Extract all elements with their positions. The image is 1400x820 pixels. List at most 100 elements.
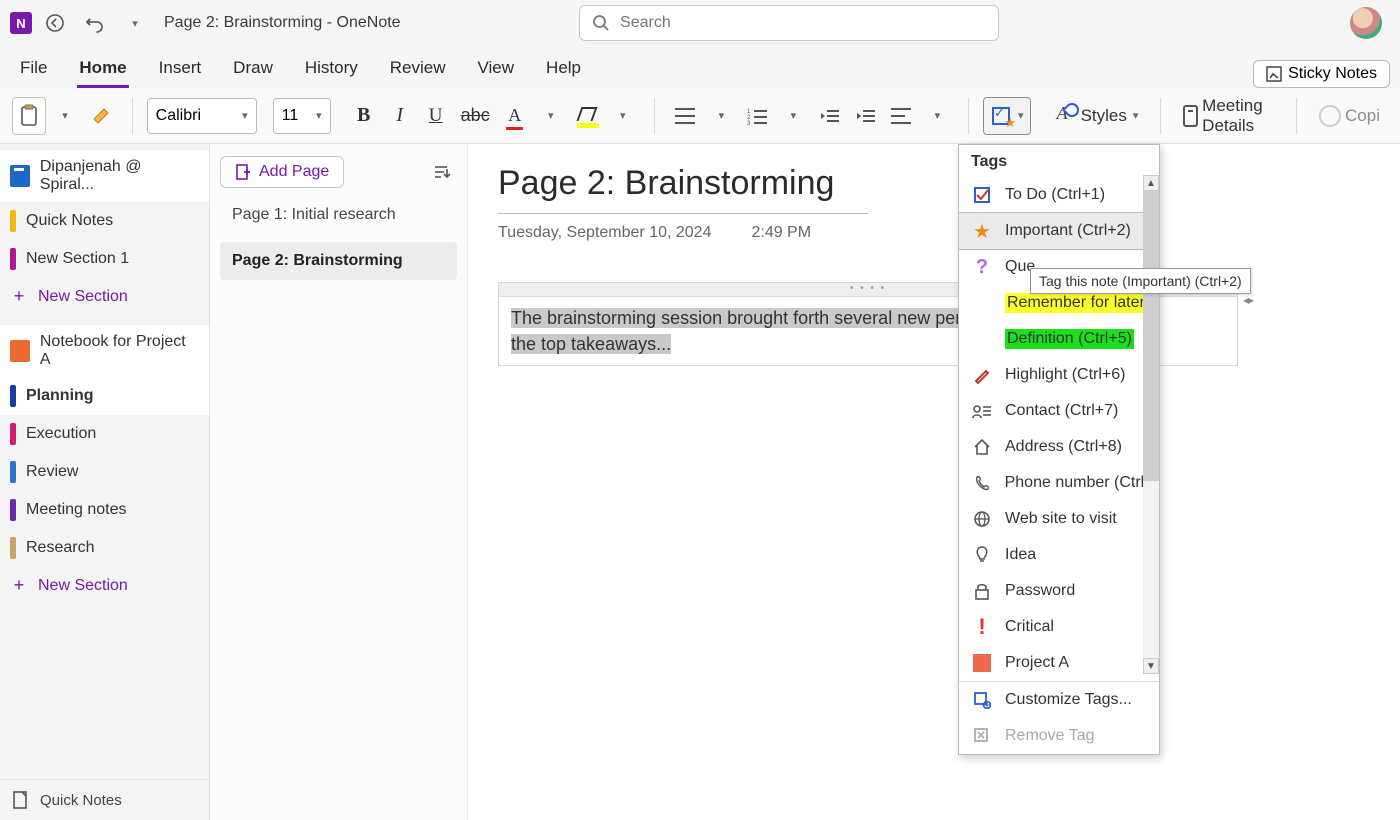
pencil-icon — [971, 364, 993, 386]
tag-address[interactable]: Address (Ctrl+8) — [959, 429, 1159, 465]
menu-insert[interactable]: Insert — [143, 50, 218, 88]
tag-website[interactable]: Web site to visit — [959, 501, 1159, 537]
page-title[interactable]: Page 2: Brainstorming — [498, 164, 1370, 209]
project-notebook-row[interactable]: Notebook for Project A — [0, 325, 209, 377]
tag-highlight[interactable]: Highlight (Ctrl+6) — [959, 357, 1159, 393]
tag-label: Idea — [1005, 546, 1036, 564]
back-button[interactable] — [38, 6, 72, 40]
align-button[interactable] — [884, 97, 918, 135]
lock-icon — [971, 580, 993, 602]
align-more[interactable]: ▾ — [920, 97, 954, 135]
paste-more-button[interactable]: ▾ — [48, 97, 82, 135]
chevron-down-icon: ▾ — [620, 109, 626, 122]
user-avatar[interactable] — [1350, 7, 1382, 39]
chevron-down-icon: ▾ — [316, 109, 322, 122]
styles-button[interactable]: Styles ▾ — [1047, 105, 1147, 127]
underline-button[interactable]: U — [419, 97, 453, 135]
tag-definition[interactable]: Definition (Ctrl+5) — [959, 321, 1159, 357]
format-painter-icon — [90, 105, 112, 127]
font-family-value: Calibri — [156, 107, 201, 125]
menu-draw[interactable]: Draw — [217, 50, 289, 88]
format-painter-button[interactable] — [84, 97, 118, 135]
menu-home[interactable]: Home — [63, 50, 142, 88]
quick-notes-footer[interactable]: Quick Notes — [0, 779, 209, 820]
indent-button[interactable] — [848, 97, 882, 135]
sticky-notes-button[interactable]: Sticky Notes — [1253, 60, 1390, 88]
bulb-icon — [971, 544, 993, 566]
menu-file[interactable]: File — [4, 50, 63, 88]
tag-label: Contact (Ctrl+7) — [1005, 402, 1118, 420]
highlight-button[interactable] — [570, 97, 604, 135]
add-page-button[interactable]: Add Page — [220, 156, 344, 188]
number-list-button[interactable]: 123 — [740, 97, 774, 135]
tag-contact[interactable]: Contact (Ctrl+7) — [959, 393, 1159, 429]
tag-critical[interactable]: ! Critical — [959, 609, 1159, 645]
tag-label: Critical — [1005, 618, 1054, 636]
tag-project-a[interactable]: Project A — [959, 645, 1159, 681]
section-new-section-1[interactable]: New Section 1 — [0, 240, 209, 278]
menu-history[interactable]: History — [289, 50, 374, 88]
underline-icon: U — [429, 105, 443, 127]
tag-phone[interactable]: Phone number (Ctrl- — [959, 465, 1159, 501]
font-color-more[interactable]: ▾ — [534, 97, 568, 135]
section-quick-notes[interactable]: Quick Notes — [0, 202, 209, 240]
font-family-select[interactable]: Calibri ▾ — [147, 98, 257, 134]
number-list-more[interactable]: ▾ — [776, 97, 810, 135]
tag-password[interactable]: Password — [959, 573, 1159, 609]
menu-help[interactable]: Help — [530, 50, 597, 88]
sticky-note-icon — [1266, 66, 1282, 82]
search-input[interactable] — [620, 14, 986, 32]
search-box[interactable] — [579, 5, 999, 41]
bold-button[interactable]: B — [347, 97, 381, 135]
section-color-tab — [10, 248, 16, 270]
bullet-list-button[interactable] — [668, 97, 702, 135]
qat-more-button[interactable]: ▾ — [118, 6, 152, 40]
tag-idea[interactable]: Idea — [959, 537, 1159, 573]
page-item[interactable]: Page 1: Initial research — [220, 196, 457, 234]
tag-label: Address (Ctrl+8) — [1005, 438, 1122, 456]
scroll-down-arrow[interactable]: ▼ — [1143, 658, 1159, 674]
font-color-button[interactable]: A — [498, 97, 532, 135]
highlighter-icon — [577, 107, 597, 125]
font-color-icon: A — [508, 105, 521, 126]
paste-button[interactable] — [12, 97, 46, 135]
styles-label: Styles — [1081, 106, 1127, 126]
section-execution[interactable]: Execution — [0, 415, 209, 453]
strikethrough-button[interactable]: abc — [455, 97, 496, 135]
menu-view[interactable]: View — [462, 50, 531, 88]
menu-review[interactable]: Review — [374, 50, 462, 88]
new-section-button[interactable]: + New Section — [0, 278, 209, 315]
tag-todo[interactable]: To Do (Ctrl+1) — [959, 177, 1159, 213]
section-research[interactable]: Research — [0, 529, 209, 567]
tag-tooltip: Tag this note (Important) (Ctrl+2) — [1030, 268, 1251, 294]
section-meeting-notes[interactable]: Meeting notes — [0, 491, 209, 529]
section-planning[interactable]: Planning — [0, 377, 209, 415]
italic-button[interactable]: I — [383, 97, 417, 135]
customize-tags[interactable]: Customize Tags... — [959, 682, 1159, 718]
tag-label: Project A — [1005, 654, 1069, 672]
meeting-details-button[interactable]: Meeting Details — [1175, 96, 1282, 136]
note-text-selected: The brainstorming session brought forth … — [511, 308, 970, 328]
tag-icon: ★ — [990, 105, 1012, 127]
meeting-details-label: Meeting Details — [1202, 96, 1274, 136]
scroll-thumb[interactable] — [1143, 191, 1159, 481]
outdent-button[interactable] — [812, 97, 846, 135]
section-review[interactable]: Review — [0, 453, 209, 491]
account-notebook-row[interactable]: Dipanjenah @ Spiral... — [0, 150, 209, 202]
new-section-button-2[interactable]: + New Section — [0, 567, 209, 604]
sort-pages-button[interactable] — [427, 157, 457, 187]
tag-label: Highlight (Ctrl+6) — [1005, 366, 1125, 384]
checkbox-icon — [971, 184, 993, 206]
bullet-list-more[interactable]: ▾ — [704, 97, 738, 135]
note-canvas[interactable]: Page 2: Brainstorming Tuesday, September… — [468, 144, 1400, 820]
tag-important[interactable]: ★ Important (Ctrl+2) — [959, 212, 1159, 250]
undo-button[interactable] — [78, 6, 112, 40]
copilot-button[interactable]: Copi — [1311, 105, 1388, 127]
scroll-up-arrow[interactable]: ▲ — [1143, 175, 1159, 191]
page-item-current[interactable]: Page 2: Brainstorming — [220, 242, 457, 280]
section-label: Meeting notes — [26, 501, 127, 519]
resize-handle[interactable]: ◂▸ — [1243, 293, 1253, 307]
font-size-select[interactable]: 11 ▾ — [273, 98, 331, 134]
tags-button[interactable]: ★ ▾ — [983, 97, 1031, 135]
highlight-more[interactable]: ▾ — [606, 97, 640, 135]
